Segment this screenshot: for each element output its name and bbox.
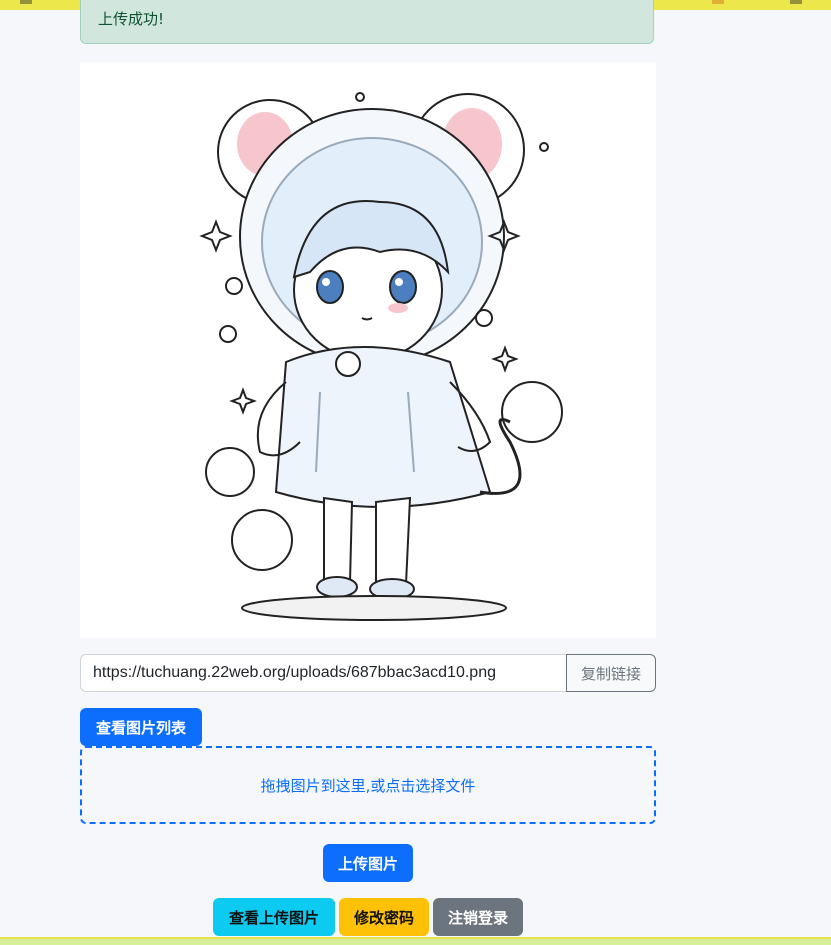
drop-zone-text: 拖拽图片到这里,或点击选择文件	[260, 776, 476, 795]
browser-bottom-strip	[0, 937, 831, 945]
image-link-group: 复制链接	[80, 654, 656, 692]
logout-button[interactable]: 注销登录	[433, 898, 523, 936]
image-url-input[interactable]	[80, 654, 566, 692]
upload-success-alert: 上传成功!	[80, 0, 654, 44]
upload-image-button[interactable]: 上传图片	[323, 844, 413, 882]
view-image-list-button[interactable]: 查看图片列表	[80, 708, 202, 746]
drop-zone[interactable]: 拖拽图片到这里,或点击选择文件	[80, 746, 656, 824]
uploaded-image-preview	[80, 62, 656, 638]
view-uploaded-images-button[interactable]: 查看上传图片	[213, 898, 335, 936]
copy-link-button[interactable]: 复制链接	[566, 654, 656, 692]
character-illustration	[199, 92, 563, 621]
alert-message: 上传成功!	[98, 10, 165, 28]
change-password-button[interactable]: 修改密码	[339, 898, 429, 936]
